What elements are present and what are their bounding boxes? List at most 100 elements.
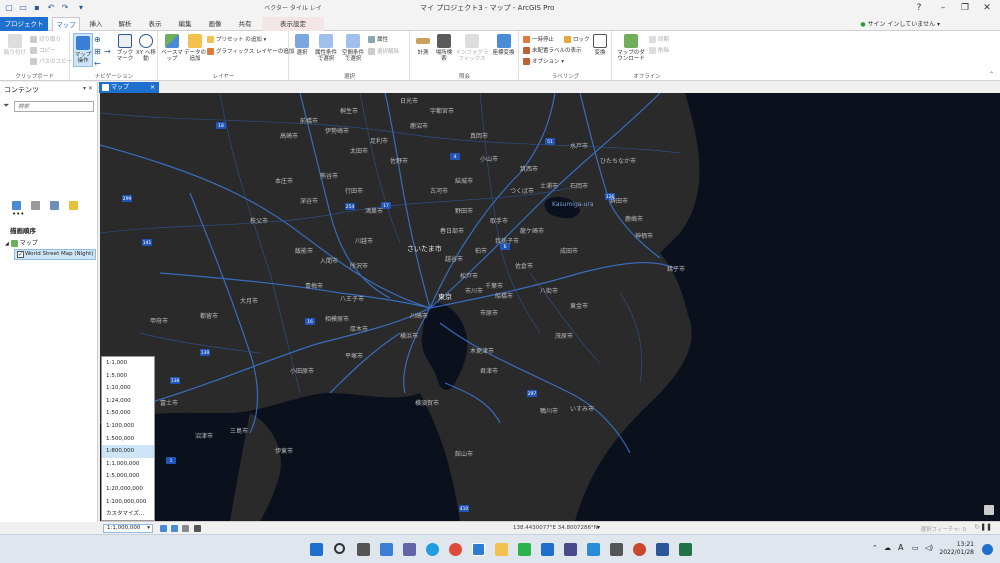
app-icon[interactable]	[587, 543, 600, 556]
word-icon[interactable]	[656, 543, 669, 556]
mail-icon[interactable]	[541, 543, 554, 556]
signin-status[interactable]: ● サイン インしていません ▾	[860, 19, 940, 28]
copy-button[interactable]: コピー	[30, 46, 56, 54]
convert-coordinates-button[interactable]: 座標変換	[490, 34, 517, 56]
scale-option[interactable]: 1:20,000,000	[102, 483, 154, 496]
tab-imagery[interactable]: 画像	[202, 17, 228, 31]
snapping-icon[interactable]	[171, 525, 178, 532]
redo-icon[interactable]: ↷	[60, 3, 70, 13]
tab-analysis[interactable]: 解析	[112, 17, 138, 31]
scale-option[interactable]: 1:10,000	[102, 382, 154, 395]
convert-labels-button[interactable]: 変換	[590, 34, 610, 56]
powerpoint-icon[interactable]	[633, 543, 646, 556]
teams-icon[interactable]	[403, 543, 416, 556]
network-icon[interactable]: ▭	[912, 544, 919, 552]
tab-view[interactable]: 表示	[142, 17, 168, 31]
scale-option[interactable]: 1:24,000	[102, 395, 154, 408]
scale-option[interactable]: 1:5,000	[102, 370, 154, 383]
save-icon[interactable]: ▪	[32, 3, 42, 13]
minimize-button[interactable]: –	[936, 2, 950, 14]
list-by-drawing-order-icon[interactable]	[12, 201, 21, 210]
layer-visibility-checkbox[interactable]: ✓	[17, 251, 24, 258]
goto-xy-button[interactable]: XY へ移動	[136, 34, 156, 62]
ime-indicator[interactable]: A	[898, 543, 903, 552]
download-map-button[interactable]: マップのダウンロード	[616, 34, 646, 62]
chrome-icon[interactable]	[449, 543, 462, 556]
display-options-icon[interactable]	[194, 525, 201, 532]
scale-option-selected[interactable]: 1:800,000	[102, 445, 154, 458]
map-node[interactable]: ◢ マップ	[5, 238, 38, 247]
pane-options[interactable]: ▾ ✕	[83, 85, 93, 92]
explore-button[interactable]: マップ操作	[73, 33, 93, 67]
remove-button[interactable]: 削除	[649, 46, 669, 54]
scale-option[interactable]: 1:1,000,000	[102, 458, 154, 471]
close-map-tab-icon[interactable]: ✕	[150, 82, 155, 93]
open-project-icon[interactable]: ▭	[18, 3, 28, 13]
customize-quick-access-icon[interactable]: ▾	[76, 3, 86, 13]
app-icon[interactable]	[564, 543, 577, 556]
measure-button[interactable]: 計測	[413, 34, 433, 56]
scale-option[interactable]: 1:100,000,000	[102, 496, 154, 509]
sync-button[interactable]: 同期	[649, 35, 669, 43]
show-hidden-icons[interactable]: ⌃	[872, 544, 878, 552]
add-data-button[interactable]: データの追加	[184, 34, 206, 62]
undo-icon[interactable]: ↶	[46, 3, 56, 13]
locate-button[interactable]: 場所検索	[434, 34, 454, 62]
refresh-icon[interactable]: ↻	[974, 523, 980, 531]
close-button[interactable]: ✕	[980, 2, 994, 14]
notification-icon[interactable]	[982, 544, 993, 555]
excel-icon[interactable]	[679, 543, 692, 556]
select-by-attribute-button[interactable]: 属性条件で選択	[313, 34, 339, 62]
map-view-tab[interactable]: マップ ✕	[99, 82, 159, 93]
tab-edit[interactable]: 編集	[172, 17, 198, 31]
new-project-icon[interactable]: ▢	[4, 3, 14, 13]
volume-icon[interactable]: ◁)	[925, 544, 933, 552]
add-graphics-layer-button[interactable]: グラフィックス レイヤーの追加	[207, 47, 294, 55]
grid-icon[interactable]	[160, 525, 167, 532]
edge-icon[interactable]	[426, 543, 439, 556]
select-by-location-button[interactable]: 空間条件で選択	[340, 34, 366, 62]
start-icon[interactable]	[310, 543, 323, 556]
more-options-icon[interactable]: •••	[12, 210, 24, 218]
contents-search-input[interactable]	[14, 101, 94, 112]
scale-option[interactable]: 1:1,000	[102, 357, 154, 370]
weather-icon[interactable]: ☁	[884, 544, 891, 552]
coordinate-readout[interactable]: 138.4430077°E 34.8007286°N	[513, 525, 598, 531]
tab-map[interactable]: マップ	[52, 17, 80, 31]
clear-selection-button[interactable]: 選択解除	[368, 47, 399, 55]
rotation-icon[interactable]	[182, 525, 189, 532]
copy-path-button[interactable]: パスのコピー	[30, 57, 72, 65]
list-by-selection-icon[interactable]	[49, 201, 59, 210]
task-view-icon[interactable]	[357, 543, 370, 556]
pause-drawing-icon[interactable]: ❚❚	[980, 523, 992, 531]
scale-option[interactable]: 1:5,000,000	[102, 470, 154, 483]
tab-share[interactable]: 共有	[232, 17, 258, 31]
fixed-zoom-icon[interactable]: ⊞	[94, 47, 101, 56]
paste-button[interactable]: 貼り付け	[3, 34, 27, 56]
layer-world-street-map-night[interactable]: ✓ World Street Map (Night)	[14, 249, 96, 260]
scale-option[interactable]: 1:50,000	[102, 407, 154, 420]
scale-selector[interactable]: 1:1,000,000 ▾	[103, 524, 153, 533]
map-view[interactable]: 18 17 254 20 1 139 138 141 299 297 410 5…	[100, 93, 1000, 521]
scale-option-custom[interactable]: カスタマイズ...	[102, 508, 154, 521]
lock-labels-button[interactable]: ロック	[564, 35, 590, 43]
widgets-icon[interactable]	[380, 543, 393, 556]
attributes-button[interactable]: 属性	[368, 35, 388, 43]
select-button[interactable]: 選択	[292, 34, 312, 56]
full-extent-icon[interactable]: ⊕	[94, 35, 101, 44]
app-icon[interactable]	[610, 543, 623, 556]
next-extent-icon[interactable]: →	[104, 47, 111, 56]
maximize-button[interactable]: ❐	[958, 2, 972, 14]
tab-appearance[interactable]: 表示設定	[262, 17, 324, 31]
view-unplaced-button[interactable]: 未配置ラベルの表示	[523, 46, 582, 54]
arcgis-pro-icon[interactable]	[472, 543, 485, 556]
labeling-options-button[interactable]: オプション ▾	[523, 57, 564, 65]
pause-labeling-button[interactable]: 一時停止	[523, 35, 554, 43]
scale-dropdown-list[interactable]: 1:1,000 1:5,000 1:10,000 1:24,000 1:50,0…	[101, 356, 155, 521]
map-overview-icon[interactable]	[984, 505, 994, 515]
collapse-ribbon-icon[interactable]: ⌃	[989, 71, 994, 78]
system-clock[interactable]: 13:21 2022/01/28	[939, 541, 974, 557]
tab-insert[interactable]: 挿入	[84, 17, 108, 31]
list-by-source-icon[interactable]	[30, 201, 40, 210]
file-explorer-icon[interactable]	[495, 543, 508, 556]
